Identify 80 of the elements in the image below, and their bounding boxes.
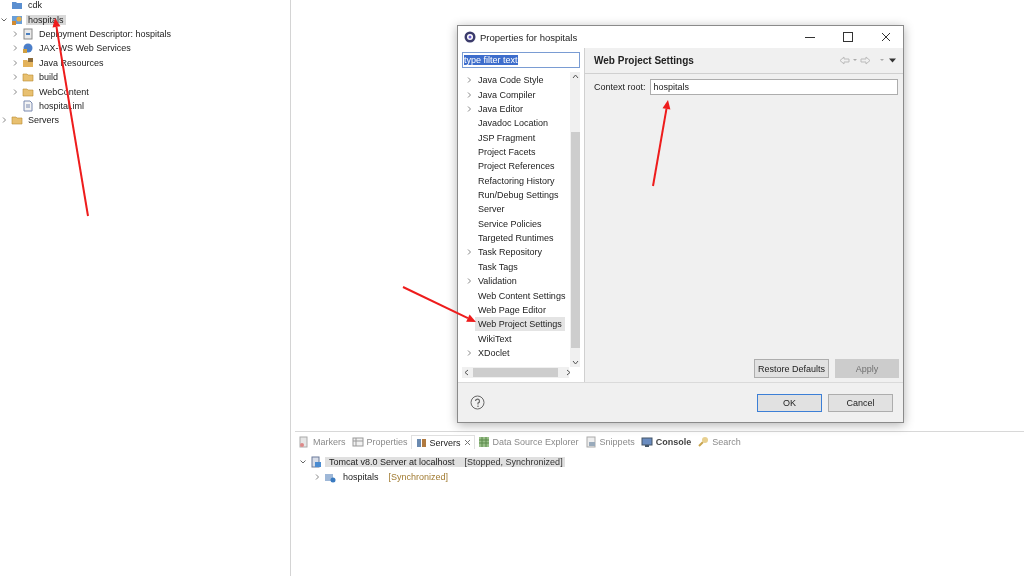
app-icon (464, 31, 476, 43)
file-icon (22, 99, 34, 112)
tree-item[interactable]: hospitals (26, 14, 66, 25)
folder-icon (22, 85, 34, 98)
server-icon (310, 455, 322, 468)
snippet-icon (584, 436, 597, 448)
markers-icon (298, 436, 310, 448)
scroll-down-icon (571, 360, 579, 365)
page-item[interactable]: Project References (475, 159, 558, 174)
page-item[interactable]: JSP Fragment (475, 130, 539, 145)
page-item[interactable]: Java Editor (475, 101, 527, 116)
maximize-icon[interactable] (843, 32, 853, 42)
context-root-field[interactable]: hospitals (649, 79, 898, 95)
folder-icon (22, 71, 34, 84)
scroll-right-icon (566, 369, 571, 376)
expand-chevron-icon[interactable] (11, 58, 19, 67)
page-item[interactable]: Javadoc Location (475, 116, 552, 131)
table-icon (351, 436, 364, 448)
expand-chevron-icon[interactable] (0, 116, 8, 125)
server-name[interactable]: Tomcat v8.0 Server at localhost (327, 456, 457, 467)
expand-chevron-icon[interactable] (11, 44, 19, 53)
page-item[interactable]: Web Content Settings (475, 288, 569, 303)
close-icon[interactable] (881, 32, 891, 42)
page-item[interactable]: Project Facets (475, 144, 539, 159)
page-item[interactable]: Java Code Style (475, 73, 547, 88)
descriptor-icon (22, 27, 34, 40)
window-title: Properties for hospitals (480, 31, 579, 43)
page-item[interactable]: Web Project Settings (475, 317, 565, 332)
scroll-left-icon (464, 369, 469, 376)
view-tab[interactable]: Markers (295, 435, 349, 449)
web-project-icon (11, 13, 23, 26)
dialog-button[interactable]: Cancel (828, 393, 893, 412)
scroll-up-icon (571, 74, 579, 79)
tree-item[interactable]: Servers (26, 115, 61, 126)
expand-chevron-icon[interactable] (313, 472, 321, 481)
expand-chevron-icon[interactable] (11, 29, 19, 38)
folder-icon (11, 114, 23, 127)
collapse-chevron-icon[interactable] (0, 15, 8, 24)
service-icon (22, 42, 34, 55)
expand-chevron-icon[interactable] (11, 87, 19, 96)
view-tab[interactable]: Properties (348, 435, 411, 449)
view-tab[interactable]: Data Source Explorer (474, 435, 582, 449)
page-item[interactable]: Service Policies (475, 216, 545, 231)
servers-icon (414, 436, 427, 449)
scrollbar-thumb[interactable] (473, 368, 558, 377)
expand-chevron-icon[interactable] (11, 73, 19, 82)
console-icon (640, 436, 653, 448)
page-button[interactable]: Restore Defaults (753, 359, 829, 378)
server-status: [Stopped, Synchronized] (464, 456, 563, 467)
page-item[interactable]: Refactoring History (475, 173, 558, 188)
resources-icon (22, 56, 34, 69)
page-item[interactable]: Java Compiler (475, 87, 539, 102)
search-icon (697, 436, 710, 448)
view-tab[interactable]: Snippets (581, 435, 638, 449)
help-icon[interactable] (470, 395, 485, 410)
page-item[interactable]: Targeted Runtimes (475, 231, 557, 246)
folder-icon (11, 0, 23, 12)
view-tab[interactable]: Search (694, 435, 744, 449)
collapse-chevron-icon[interactable] (299, 457, 307, 466)
tree-item[interactable]: build (37, 72, 60, 83)
database-grid-icon (477, 436, 490, 448)
page-item[interactable]: Task Repository (475, 245, 546, 260)
page-item[interactable]: Server (475, 202, 508, 217)
page-item[interactable]: Web Page Editor (475, 302, 549, 317)
view-tab[interactable]: Servers (410, 435, 475, 449)
field-label: Context root: (594, 82, 646, 92)
dialog-button[interactable]: OK (757, 393, 822, 412)
page-item[interactable]: WikiText (475, 331, 515, 346)
page-title: Web Project Settings (594, 55, 694, 66)
server-status: [Synchronized] (388, 471, 449, 482)
server-name[interactable]: hospitals (341, 471, 381, 482)
page-item[interactable]: Validation (475, 274, 520, 289)
scrollbar-thumb[interactable] (570, 131, 580, 348)
tree-item[interactable]: cdk (26, 0, 44, 11)
page-item[interactable]: XDoclet (475, 346, 513, 360)
menu-icon[interactable] (879, 56, 897, 65)
page-item[interactable]: Task Tags (475, 259, 521, 274)
page-item[interactable]: Run/Debug Settings (475, 188, 562, 203)
filter-field[interactable]: type filter text (462, 52, 580, 68)
view-tab[interactable]: Console (637, 435, 695, 449)
